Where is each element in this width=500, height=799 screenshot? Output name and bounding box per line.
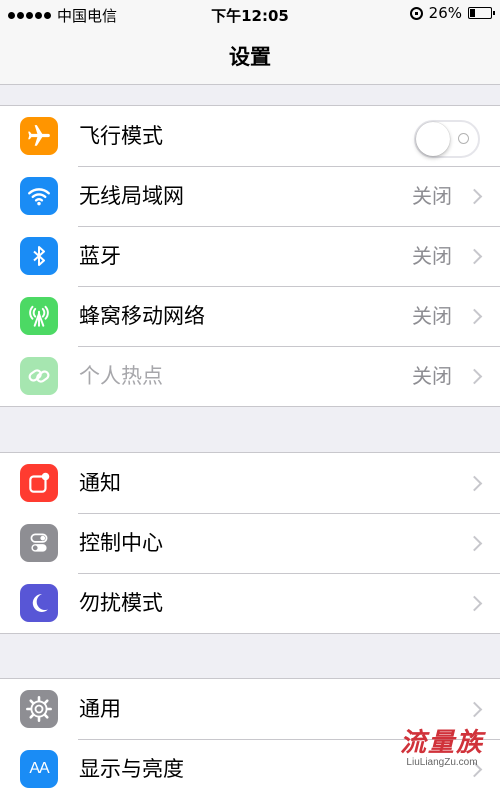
status-right: 26%	[409, 4, 495, 22]
row-label: 通知	[79, 471, 121, 495]
notification-icon	[20, 464, 58, 502]
row-label: 无线局域网	[79, 184, 184, 208]
row-label: 蜂窝移动网络	[79, 304, 205, 328]
chevron-right-icon	[466, 188, 483, 205]
chevron-right-icon	[466, 475, 483, 492]
row-label: 飞行模式	[79, 124, 163, 148]
airplane-icon	[20, 117, 58, 155]
hotspot-link-icon	[20, 357, 58, 395]
settings-row-airplane-mode[interactable]: 飞行模式	[0, 106, 500, 166]
page-title: 设置	[229, 45, 271, 69]
settings-row-do-not-disturb[interactable]: 勿扰模式	[0, 573, 500, 633]
text-size-glyph: AA	[29, 760, 49, 777]
row-label: 蓝牙	[79, 244, 121, 268]
toggle-off-indicator	[458, 133, 469, 144]
row-value: 关闭	[412, 184, 452, 208]
gear-icon	[20, 690, 58, 728]
settings-row-notifications[interactable]: 通知	[0, 453, 500, 513]
cellular-antenna-icon	[20, 297, 58, 335]
chevron-right-icon	[466, 308, 483, 325]
row-value: 关闭	[412, 364, 452, 388]
chevron-right-icon	[466, 595, 483, 612]
row-label: 勿扰模式	[79, 591, 163, 615]
status-bar: 中国电信 下午12:05 26%	[0, 0, 500, 28]
battery-icon	[468, 7, 495, 19]
row-value: 关闭	[412, 304, 452, 328]
row-label: 通用	[79, 697, 121, 721]
chevron-right-icon	[466, 248, 483, 265]
chevron-right-icon	[466, 701, 483, 718]
chevron-right-icon	[466, 535, 483, 552]
row-value: 关闭	[412, 244, 452, 268]
watermark-logo: 流量族 LiuLiangZu.com	[400, 722, 484, 768]
settings-group-connectivity: 飞行模式 无线局域网 关闭 蓝牙 关闭 蜂窝移动网络 关闭 个人热点 关闭	[0, 105, 500, 407]
watermark-url: LiuLiangZu.com	[406, 757, 478, 768]
battery-percent: 26%	[428, 4, 462, 22]
airplane-mode-toggle[interactable]	[414, 120, 480, 158]
moon-icon	[20, 584, 58, 622]
chevron-right-icon	[466, 368, 483, 385]
control-center-icon	[20, 524, 58, 562]
settings-row-personal-hotspot[interactable]: 个人热点 关闭	[0, 346, 500, 406]
bluetooth-icon	[20, 237, 58, 275]
text-size-icon: AA	[20, 750, 58, 788]
row-label: 个人热点	[79, 364, 163, 388]
wifi-icon	[20, 177, 58, 215]
toggle-knob	[416, 122, 450, 156]
settings-row-wifi[interactable]: 无线局域网 关闭	[0, 166, 500, 226]
row-label: 显示与亮度	[79, 757, 184, 781]
settings-row-control-center[interactable]: 控制中心	[0, 513, 500, 573]
orientation-lock-icon	[409, 6, 423, 20]
nav-bar: 设置	[0, 28, 500, 85]
settings-row-cellular[interactable]: 蜂窝移动网络 关闭	[0, 286, 500, 346]
settings-row-bluetooth[interactable]: 蓝牙 关闭	[0, 226, 500, 286]
row-label: 控制中心	[79, 531, 163, 555]
watermark-title: 流量族	[399, 728, 484, 758]
settings-group-notifications: 通知 控制中心 勿扰模式	[0, 452, 500, 634]
